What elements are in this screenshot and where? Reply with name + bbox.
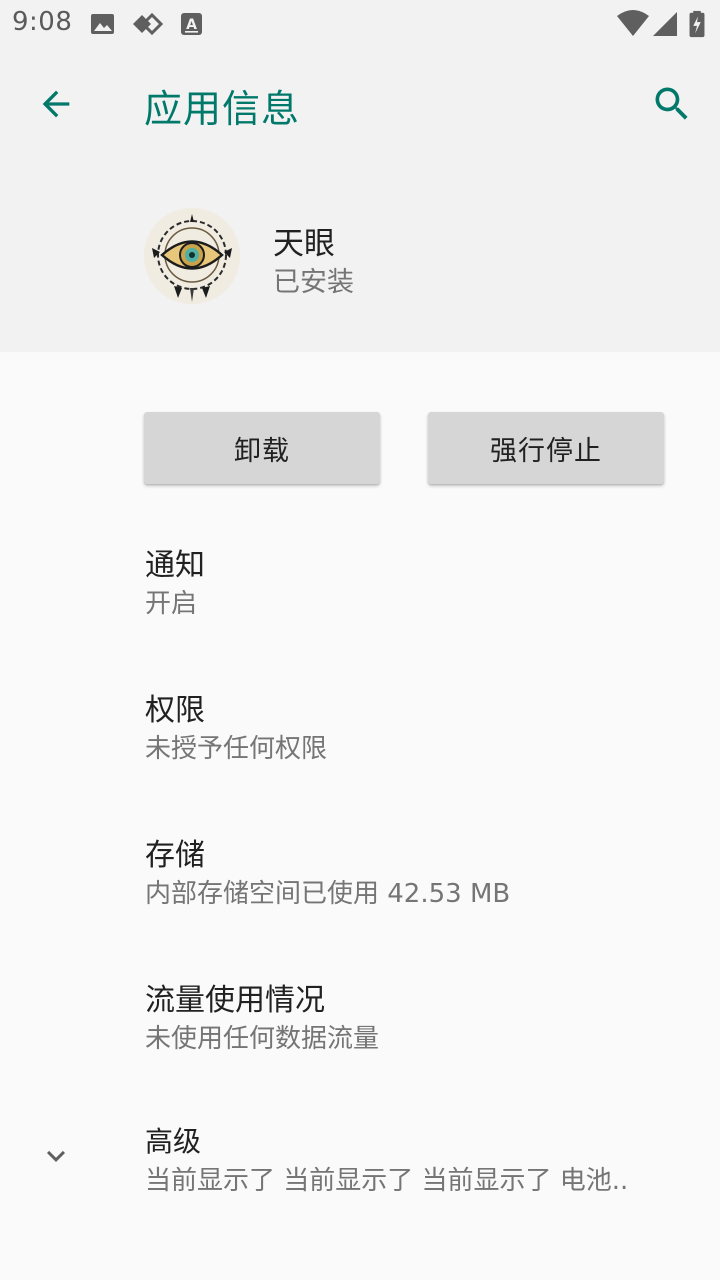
pref-summary: 内部存储空间已使用 42.53 MB xyxy=(145,879,511,909)
app-icon xyxy=(144,208,240,304)
back-button[interactable] xyxy=(24,72,88,136)
wifi-icon xyxy=(617,10,649,36)
cell-signal-icon xyxy=(653,12,677,36)
chevron-down-icon xyxy=(47,1150,65,1162)
arrow-back-icon xyxy=(42,90,70,118)
svg-text:A: A xyxy=(186,17,197,33)
pref-title: 通知 xyxy=(145,548,205,583)
status-bar: 9:08 A xyxy=(0,0,720,48)
pref-storage[interactable]: 存储 内部存储空间已使用 42.53 MB xyxy=(0,810,720,955)
drive-sync-icon xyxy=(133,12,164,36)
eye-emblem-icon xyxy=(144,208,240,304)
pref-permissions[interactable]: 权限 未授予任何权限 xyxy=(0,665,720,810)
app-name: 天眼 xyxy=(273,226,335,262)
uninstall-button[interactable]: 卸载 xyxy=(144,412,380,484)
pref-title: 流量使用情况 xyxy=(145,983,325,1018)
status-time: 9:08 xyxy=(12,7,73,37)
pref-summary: 未授予任何权限 xyxy=(145,734,328,764)
pref-summary: 当前显示了 当前显示了 当前显示了 电池.. xyxy=(145,1166,629,1196)
pref-notifications[interactable]: 通知 开启 xyxy=(0,520,720,665)
search-button[interactable] xyxy=(640,72,704,136)
app-header: 天眼 已安装 xyxy=(0,160,720,352)
search-icon xyxy=(655,87,688,120)
font-a-icon: A xyxy=(181,13,202,35)
pref-title: 存储 xyxy=(145,838,205,873)
pref-data-usage[interactable]: 流量使用情况 未使用任何数据流量 xyxy=(0,955,720,1100)
force-stop-button[interactable]: 强行停止 xyxy=(428,412,664,484)
pref-advanced[interactable]: 高级 当前显示了 当前显示了 当前显示了 电池.. xyxy=(0,1100,720,1245)
page-title: 应用信息 xyxy=(144,87,301,131)
app-install-status: 已安装 xyxy=(273,267,354,298)
pref-summary: 未使用任何数据流量 xyxy=(145,1024,380,1054)
pref-title: 高级 xyxy=(145,1125,202,1158)
pref-summary: 开启 xyxy=(145,589,198,619)
app-bar: 应用信息 xyxy=(0,48,720,160)
battery-charging-icon xyxy=(689,10,705,38)
pref-title: 权限 xyxy=(145,693,205,728)
image-icon xyxy=(91,14,114,34)
